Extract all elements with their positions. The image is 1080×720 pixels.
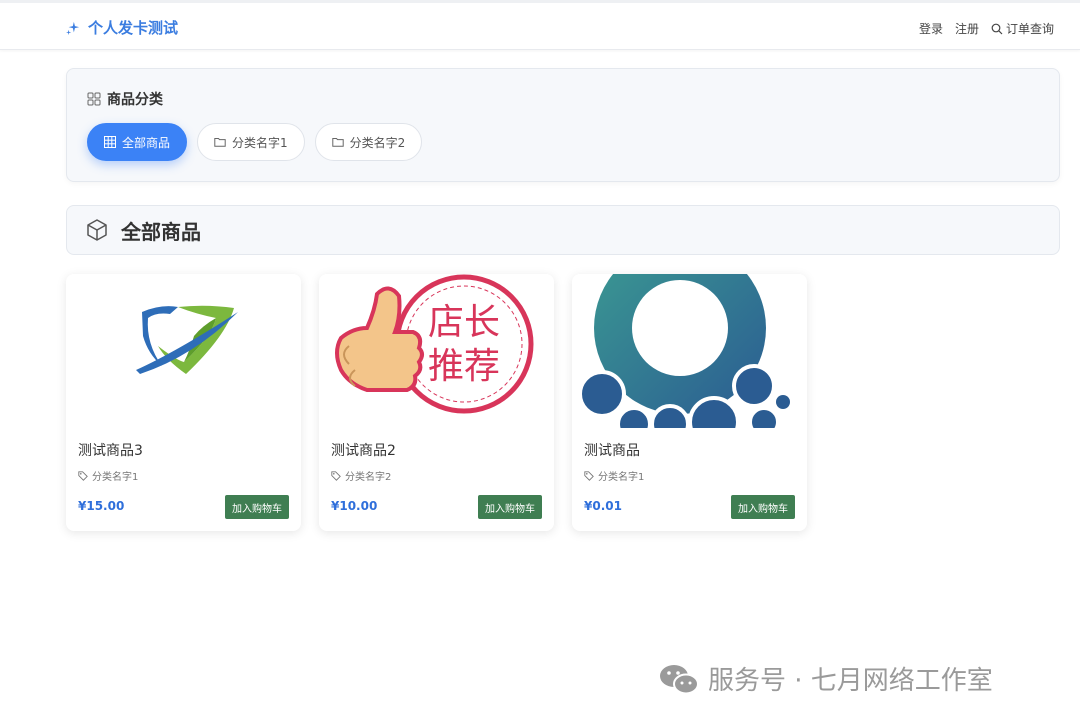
badge-text-bottom: 推荐 [428,346,500,387]
product-price: ¥15.00 [78,499,125,513]
table-icon [104,136,116,148]
category-buttons: 全部商品 分类名字1 分类名字2 [87,123,432,161]
order-query-label: 订单查询 [1005,22,1054,36]
section-header: 全部商品 [66,205,1060,255]
category-1-label: 分类名字1 [232,135,288,150]
product-image[interactable] [572,274,807,428]
product-name[interactable]: 测试商品 [584,440,640,460]
folder-icon [214,138,226,147]
brand-title: 个人发卡测试 [88,19,179,37]
product-card[interactable]: 店长 推荐 测试商品2 分类名字2 ¥10.00 加入购物车 [319,274,554,531]
folder-icon [331,138,344,147]
product-category: 分类名字2 [331,468,391,483]
recommend-badge-image: 店长 推荐 [335,274,534,414]
category-2-label: 分类名字2 [349,135,406,150]
category-heading: 商品分类 [87,89,163,109]
grid-icon [87,92,101,106]
product-category: 分类名字1 [78,468,138,483]
product-card[interactable]: 测试商品 分类名字1 ¥0.01 加入购物车 [572,274,807,531]
product-price: ¥10.00 [331,499,378,513]
brand-link[interactable]: 个人发卡测试 [66,17,178,38]
badge-text-top: 店长 [428,302,500,343]
category-panel: 商品分类 全部商品 分类名字1 分类名字2 [66,68,1060,182]
top-navbar: 个人发卡测试 登录 注册 订单查询 [0,0,1080,50]
search-icon [991,23,1003,34]
product-image[interactable]: 店长 推荐 [319,274,554,428]
add-to-cart-button[interactable]: 加入购物车 [478,495,542,519]
shield-logo-image [136,305,238,374]
order-query-link[interactable]: 订单查询 [991,20,1054,37]
tag-icon [584,470,594,481]
product-name[interactable]: 测试商品3 [78,440,143,460]
product-price: ¥0.01 [584,499,622,513]
product-category: 分类名字1 [584,468,644,483]
add-to-cart-button[interactable]: 加入购物车 [225,495,289,519]
tag-icon [331,470,341,481]
category-all-label: 全部商品 [122,135,171,150]
product-category-label: 分类名字2 [345,472,392,483]
login-link[interactable]: 登录 [919,20,943,37]
box-icon [87,219,107,241]
category-title: 商品分类 [107,92,163,108]
product-category-label: 分类名字1 [598,472,645,483]
product-name[interactable]: 测试商品2 [331,440,396,460]
nav-links: 登录 注册 订单查询 [907,20,1054,37]
product-image[interactable] [66,274,301,428]
category-2-button[interactable]: 分类名字2 [314,123,423,161]
watermark: 服务号 · 七月网络工作室 [658,660,993,697]
category-all-button[interactable]: 全部商品 [87,123,188,161]
watermark-text: 服务号 · 七月网络工作室 [708,666,993,696]
product-category-label: 分类名字1 [92,472,139,483]
category-1-button[interactable]: 分类名字1 [197,123,305,161]
product-card[interactable]: 测试商品3 分类名字1 ¥15.00 加入购物车 [66,274,301,531]
tag-icon [78,470,88,481]
sparkle-icon [66,21,80,35]
section-title: 全部商品 [121,219,201,244]
wechat-icon [660,664,699,694]
teal-circle-logo-image [578,274,790,428]
register-link[interactable]: 注册 [955,20,979,37]
add-to-cart-button[interactable]: 加入购物车 [731,495,795,519]
